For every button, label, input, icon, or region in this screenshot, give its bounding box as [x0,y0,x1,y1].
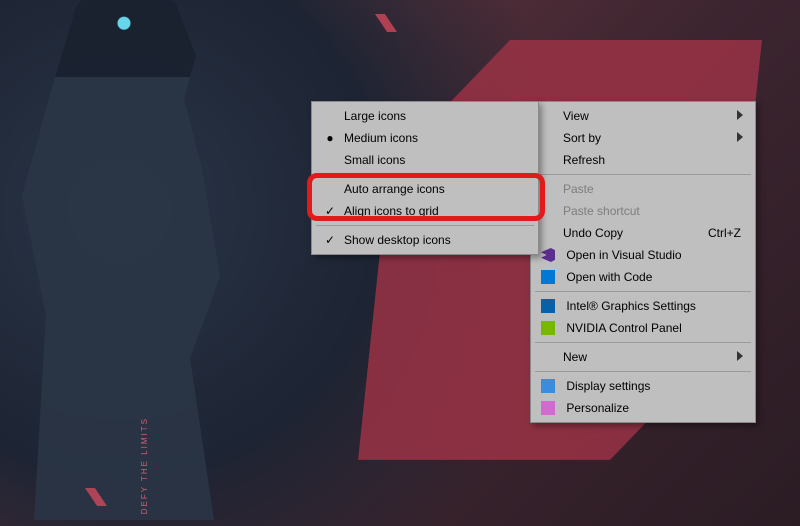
desktop-wallpaper[interactable]: DEFY THE LIMITS View Sort by Refresh Pas… [0,0,800,526]
menu-item-personalize[interactable]: Personalize [533,397,753,419]
checkmark-icon: ✓ [322,200,338,222]
submenu-item-show-desktop-icons[interactable]: ✓ Show desktop icons [314,229,536,251]
vscode-icon [541,270,555,284]
menu-item-sort-by[interactable]: Sort by [533,127,753,149]
menu-label: Display settings [566,379,650,393]
submenu-item-small-icons[interactable]: Small icons [314,149,536,171]
chevron-right-icon [735,110,745,120]
display-icon [541,379,555,393]
menu-item-paste-shortcut: Paste shortcut [533,200,753,222]
radio-dot-icon: ● [322,127,338,149]
menu-label: View [563,109,589,123]
submenu-item-auto-arrange-icons[interactable]: Auto arrange icons [314,178,536,200]
submenu-item-large-icons[interactable]: Large icons [314,105,536,127]
menu-label: Large icons [344,109,406,123]
intel-icon [541,299,555,313]
wallpaper-tagline: DEFY THE LIMITS [140,417,160,514]
desktop-context-menu: View Sort by Refresh Paste Paste shortcu… [530,101,756,423]
nvidia-icon [541,321,555,335]
menu-label: Paste [563,182,594,196]
menu-item-view[interactable]: View [533,105,753,127]
menu-label: Personalize [566,401,629,415]
menu-item-nvidia-control-panel[interactable]: NVIDIA Control Panel [533,317,753,339]
menu-item-undo-copy[interactable]: Undo Copy Ctrl+Z [533,222,753,244]
chevron-right-icon [735,351,745,361]
menu-label: Medium icons [344,131,418,145]
menu-label: Open with Code [566,270,652,284]
menu-separator [316,174,534,175]
menu-label: Undo Copy [563,226,623,240]
personalize-icon [541,401,555,415]
visual-studio-icon [541,248,555,262]
checkmark-icon: ✓ [322,229,338,251]
menu-separator [535,371,751,372]
menu-label: New [563,350,587,364]
menu-item-paste: Paste [533,178,753,200]
menu-label: Auto arrange icons [344,182,445,196]
menu-label: Show desktop icons [344,233,451,247]
menu-shortcut: Ctrl+Z [708,222,741,244]
menu-item-refresh[interactable]: Refresh [533,149,753,171]
menu-label: Sort by [563,131,601,145]
menu-label: Align icons to grid [344,204,439,218]
menu-item-open-with-code[interactable]: Open with Code [533,266,753,288]
submenu-item-align-icons-to-grid[interactable]: ✓ Align icons to grid [314,200,536,222]
menu-separator [535,342,751,343]
menu-label: Small icons [344,153,405,167]
menu-label: NVIDIA Control Panel [566,321,681,335]
menu-label: Refresh [563,153,605,167]
menu-separator [316,225,534,226]
valorant-logo-icon [375,14,397,32]
menu-item-intel-graphics[interactable]: Intel® Graphics Settings [533,295,753,317]
menu-label: Open in Visual Studio [566,248,681,262]
view-submenu: Large icons ● Medium icons Small icons A… [311,101,539,255]
menu-item-new[interactable]: New [533,346,753,368]
menu-item-open-visual-studio[interactable]: Open in Visual Studio [533,244,753,266]
menu-separator [535,291,751,292]
menu-label: Paste shortcut [563,204,640,218]
menu-separator [535,174,751,175]
submenu-item-medium-icons[interactable]: ● Medium icons [314,127,536,149]
chevron-right-icon [735,132,745,142]
menu-item-display-settings[interactable]: Display settings [533,375,753,397]
menu-label: Intel® Graphics Settings [566,299,696,313]
